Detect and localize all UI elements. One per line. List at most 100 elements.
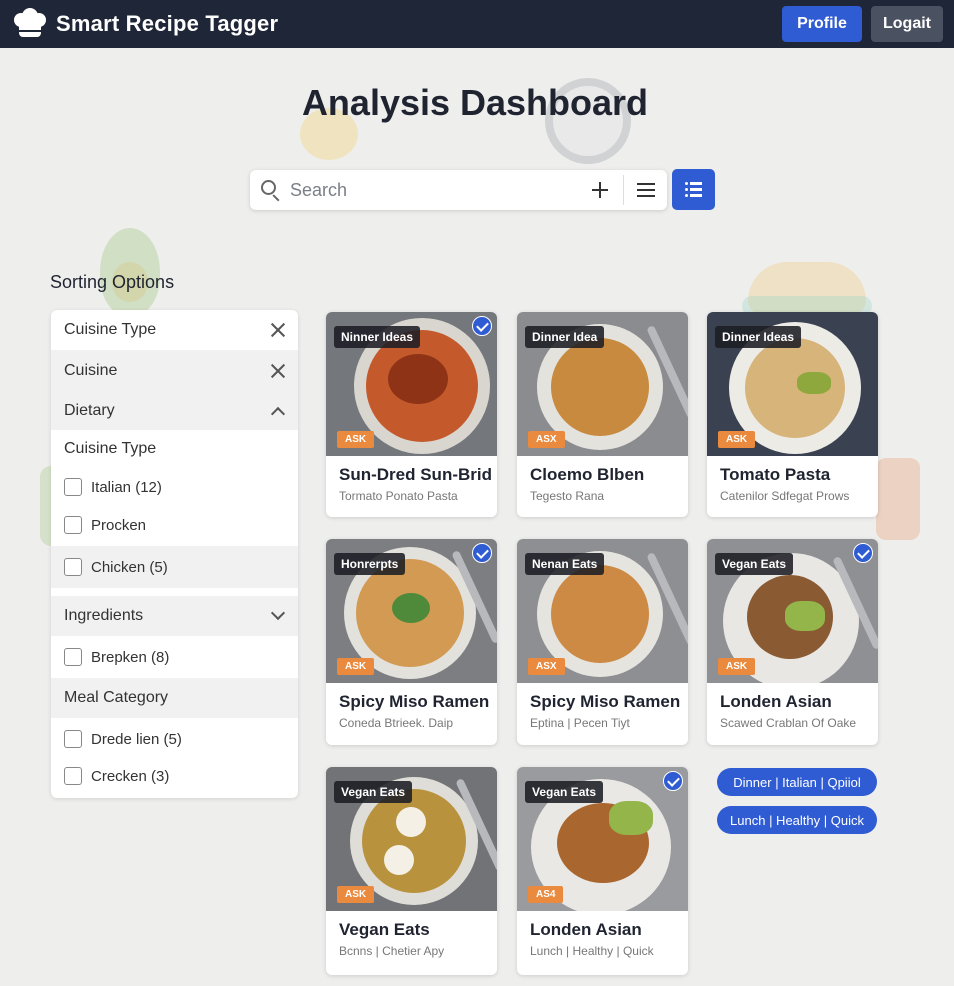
recipe-subtitle: Coneda Btrieek. Daip xyxy=(339,716,454,730)
sorting-options-heading: Sorting Options xyxy=(50,272,175,292)
recipe-subtitle: Scawed Crablan Of Oake xyxy=(720,716,857,730)
recipe-card[interactable]: Nenan Eats ASX Spicy Miso Ramen Eptina |… xyxy=(517,539,688,745)
checkbox-option[interactable]: Procken xyxy=(51,506,298,544)
recipe-image: Vegan Eats AS4 xyxy=(517,767,688,911)
filter-cuisine-type-label: Cuisine Type xyxy=(64,321,157,338)
recipe-card[interactable]: Vegan Eats ASK Vegan Eats Bcnns | Chetie… xyxy=(326,767,497,975)
section-dietary[interactable]: Dietary xyxy=(51,392,298,430)
checkbox[interactable] xyxy=(64,516,82,534)
recipe-card[interactable]: Ninner Ideas ASK Sun-Dred Sun-Brid Torma… xyxy=(326,312,497,517)
recipe-tag: Vegan Eats xyxy=(715,553,794,575)
section-meal-category[interactable]: Meal Category xyxy=(51,678,298,718)
close-icon[interactable] xyxy=(271,364,285,378)
search-bar xyxy=(250,170,667,210)
ask-badge[interactable]: ASK xyxy=(337,431,375,448)
checkbox-option[interactable]: Italian (12) xyxy=(51,468,298,506)
ask-badge[interactable]: ASK xyxy=(718,658,756,675)
check-icon[interactable] xyxy=(853,543,873,563)
checkbox-label: Procken xyxy=(91,516,147,534)
checkbox[interactable] xyxy=(64,767,82,785)
recipe-title: Spicy Miso Ramen xyxy=(530,692,681,711)
ask-badge[interactable]: AS4 xyxy=(528,886,564,903)
ask-badge[interactable]: ASK xyxy=(337,886,375,903)
checkbox[interactable] xyxy=(64,648,82,666)
checkbox[interactable] xyxy=(64,730,82,748)
ask-badge[interactable]: ASX xyxy=(528,431,565,448)
search-icon xyxy=(261,180,281,202)
recipe-title: Londen Asian xyxy=(720,692,832,711)
profile-button[interactable]: Profile xyxy=(782,6,862,42)
section-meal-category-label: Meal Category xyxy=(64,689,169,706)
menu-icon[interactable] xyxy=(637,182,655,198)
meal-tag-pill[interactable]: Lunch | Healthy | Quick xyxy=(717,806,877,834)
recipe-tag: Nenan Eats xyxy=(525,553,605,575)
recipe-title: Cloemo Blben xyxy=(530,465,645,484)
check-icon[interactable] xyxy=(472,316,492,336)
app-logo[interactable]: Smart Recipe Tagger xyxy=(12,7,278,41)
recipe-title: Spicy Miso Ramen xyxy=(339,692,490,711)
list-view-button[interactable] xyxy=(672,169,715,210)
checkbox-option[interactable]: Drede lien (5) xyxy=(51,720,298,758)
recipe-subtitle: Bcnns | Chetier Apy xyxy=(339,944,445,958)
recipe-title: Sun-Dred Sun-Brid xyxy=(339,465,492,484)
recipe-image: Vegan Eats ASK xyxy=(326,767,497,911)
list-view-icon xyxy=(685,182,702,197)
recipe-image: Ninner Ideas ASK xyxy=(326,312,497,456)
checkbox-label: Italian (12) xyxy=(91,478,162,496)
recipe-subtitle: Tegesto Rana xyxy=(530,489,605,503)
recipe-image: Dinner Idea ASX xyxy=(517,312,688,456)
filter-cuisine-type[interactable]: Cuisine Type xyxy=(51,310,298,350)
recipe-image: Dinner Ideas ASK xyxy=(707,312,878,456)
recipe-image: Honrerpts ASK xyxy=(326,539,497,683)
logout-button[interactable]: Logait xyxy=(871,6,943,42)
top-nav-bar: Smart Recipe Tagger Profile Logait xyxy=(0,0,954,48)
filter-cuisine-label: Cuisine xyxy=(64,362,118,379)
ask-badge[interactable]: ASK xyxy=(718,431,756,448)
checkbox-option[interactable]: Chicken (5) xyxy=(51,546,298,588)
chevron-down-icon xyxy=(270,605,286,621)
background-jar-decoration xyxy=(876,458,920,540)
ask-badge[interactable]: ASK xyxy=(337,658,375,675)
sorting-sidebar: Cuisine Type Cuisine Dietary Cuisine Typ… xyxy=(51,310,298,798)
check-icon[interactable] xyxy=(663,771,683,791)
recipe-card[interactable]: Vegan Eats ASK Londen Asian Scawed Crabl… xyxy=(707,539,878,745)
meal-tag-pill[interactable]: Dinner | Italian | Qpiiol xyxy=(717,768,877,796)
section-dietary-label: Dietary xyxy=(64,402,115,419)
recipe-subtitle: Tormato Ponato Pasta xyxy=(339,489,458,503)
recipe-tag: Dinner Ideas xyxy=(715,326,802,348)
recipe-tag: Vegan Eats xyxy=(334,781,413,803)
checkbox-option[interactable]: Crecken (3) xyxy=(51,758,298,794)
recipe-title: Tomato Pasta xyxy=(720,465,831,484)
ask-badge[interactable]: ASX xyxy=(528,658,565,675)
search-input[interactable] xyxy=(290,179,580,201)
recipe-card[interactable]: Dinner Idea ASX Cloemo Blben Tegesto Ran… xyxy=(517,312,688,517)
app-title: Smart Recipe Tagger xyxy=(56,11,279,36)
checkbox-label: Drede lien (5) xyxy=(91,730,182,748)
recipe-tag: Honrerpts xyxy=(334,553,406,575)
section-ingredients[interactable]: Ingredients xyxy=(51,596,298,636)
chef-hat-icon xyxy=(12,7,48,41)
recipe-image: Vegan Eats ASK xyxy=(707,539,878,683)
checkbox-label: Brepken (8) xyxy=(91,648,170,666)
chevron-up-icon xyxy=(270,406,286,422)
checkbox-option[interactable]: Brepken (8) xyxy=(51,636,298,678)
subsection-cuisine-type: Cuisine Type xyxy=(51,430,298,468)
close-icon[interactable] xyxy=(271,323,285,337)
recipe-tag: Vegan Eats xyxy=(525,781,604,803)
recipe-tag: Ninner Ideas xyxy=(334,326,421,348)
check-icon[interactable] xyxy=(472,543,492,563)
page-title: Analysis Dashboard xyxy=(301,82,649,123)
search-divider xyxy=(623,175,624,205)
recipe-image: Nenan Eats ASX xyxy=(517,539,688,683)
recipe-card[interactable]: Vegan Eats AS4 Londen Asian Lunch | Heal… xyxy=(517,767,688,975)
checkbox-label: Chicken (5) xyxy=(91,558,168,576)
recipe-card[interactable]: Dinner Ideas ASK Tomato Pasta Catenilor … xyxy=(707,312,878,517)
checkbox-label: Crecken (3) xyxy=(91,767,170,785)
recipe-card[interactable]: Honrerpts ASK Spicy Miso Ramen Coneda Bt… xyxy=(326,539,497,745)
recipe-title: Vegan Eats xyxy=(339,920,430,939)
filter-cuisine[interactable]: Cuisine xyxy=(51,350,298,392)
checkbox[interactable] xyxy=(64,478,82,496)
recipe-subtitle: Lunch | Healthy | Quick xyxy=(530,944,654,958)
checkbox[interactable] xyxy=(64,558,82,576)
add-icon[interactable] xyxy=(591,181,609,199)
